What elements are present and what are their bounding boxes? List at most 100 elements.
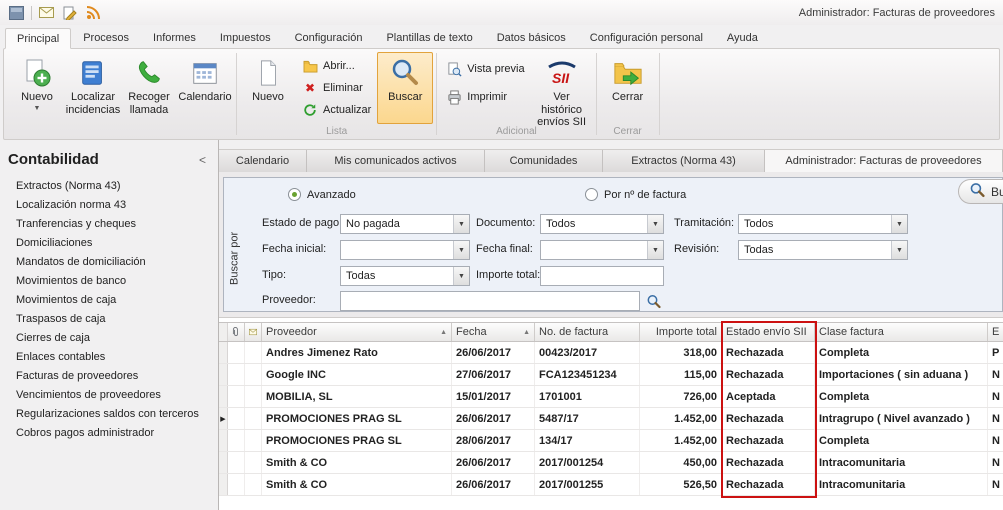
column-header-clase-factura[interactable]: Clase factura — [815, 323, 988, 341]
document-tab[interactable]: Administrador: Facturas de proveedores — [765, 150, 1003, 172]
notes-icon[interactable] — [61, 4, 78, 21]
locate-incidents-label: Localizar incidencias — [66, 91, 120, 116]
column-header-estado-sii[interactable]: Estado envío SII — [722, 323, 815, 341]
ribbon-tab[interactable]: Impuestos — [208, 27, 283, 48]
chevron-down-icon[interactable]: ▼ — [647, 215, 663, 233]
chevron-down-icon[interactable]: ▼ — [891, 241, 907, 259]
calendar-button[interactable]: Calendario — [177, 52, 233, 124]
ribbon-tab[interactable]: Informes — [141, 27, 208, 48]
cell-clase-factura: Completa — [815, 386, 988, 407]
estado-de-pago-select[interactable]: No pagada ▼ — [340, 214, 470, 234]
tramitacion-select[interactable]: Todos ▼ — [738, 214, 908, 234]
print-preview-icon — [446, 61, 462, 77]
table-row[interactable]: Andres Jimenez Rato 26/06/2017 00423/201… — [219, 342, 1003, 364]
sidebar-item[interactable]: Traspasos de caja — [0, 310, 218, 329]
delete-button[interactable]: ✖ Eliminar — [298, 79, 375, 97]
mail-icon[interactable] — [38, 4, 55, 21]
rss-icon[interactable] — [84, 4, 101, 21]
chevron-down-icon[interactable]: ▼ — [34, 105, 41, 112]
sidebar-item[interactable]: Enlaces contables — [0, 348, 218, 367]
collapse-sidebar-button[interactable]: < — [199, 153, 206, 167]
content-area: Calendario Mis comunicados activos Comun… — [219, 140, 1003, 510]
ribbon-tab[interactable]: Ayuda — [715, 27, 770, 48]
document-tab[interactable]: Comunidades — [485, 150, 603, 172]
column-header-importe-total[interactable]: Importe total — [640, 323, 722, 341]
table-row[interactable]: Google INC 27/06/2017 FCA123451234 115,0… — [219, 364, 1003, 386]
ribbon-tab-label: Procesos — [83, 32, 129, 44]
search-submit-button[interactable]: Buscar — [958, 179, 1003, 204]
chevron-down-icon[interactable]: ▼ — [453, 267, 469, 285]
tipo-select[interactable]: Todas ▼ — [340, 266, 470, 286]
list-new-button[interactable]: Nuevo — [240, 52, 296, 124]
ribbon-tab[interactable]: Principal — [5, 28, 71, 49]
documento-select[interactable]: Todos ▼ — [540, 214, 664, 234]
sidebar-item[interactable]: Facturas de proveedores — [0, 367, 218, 386]
ribbon-tab-label: Ayuda — [727, 32, 758, 44]
sidebar-item[interactable]: Mandatos de domiciliación — [0, 253, 218, 272]
sidebar-item[interactable]: Movimientos de caja — [0, 291, 218, 310]
cell-no-factura: FCA123451234 — [535, 364, 640, 385]
pickup-call-button[interactable]: Recoger llamada — [121, 52, 177, 124]
locate-incidents-button[interactable]: Localizar incidencias — [65, 52, 121, 124]
column-header-fecha[interactable]: Fecha ▲ — [452, 323, 535, 341]
sidebar-item[interactable]: Cobros pagos administrador — [0, 424, 218, 443]
sidebar-item[interactable]: Cierres de caja — [0, 329, 218, 348]
cell-proveedor: Smith & CO — [262, 452, 452, 473]
proveedor-lookup-icon[interactable] — [644, 291, 662, 311]
sii-history-button[interactable]: SII Ver histórico envíos SII — [531, 52, 593, 130]
ribbon-tab[interactable]: Configuración — [283, 27, 375, 48]
ribbon-tab[interactable]: Plantillas de texto — [374, 27, 484, 48]
open-button[interactable]: Abrir... — [298, 57, 375, 75]
document-tab[interactable]: Mis comunicados activos — [307, 150, 485, 172]
table-row[interactable]: Smith & CO 26/06/2017 2017/001255 526,50… — [219, 474, 1003, 496]
fecha-inicial-select[interactable]: ▼ — [340, 240, 470, 260]
revision-select[interactable]: Todas ▼ — [738, 240, 908, 260]
table-row[interactable]: PROMOCIONES PRAG SL 28/06/2017 134/17 1.… — [219, 430, 1003, 452]
document-tab-label: Administrador: Facturas de proveedores — [785, 155, 981, 167]
column-header-proveedor[interactable]: Proveedor ▲ — [262, 323, 452, 341]
chevron-down-icon[interactable]: ▼ — [891, 215, 907, 233]
sidebar-item[interactable]: Regularizaciones saldos con terceros — [0, 405, 218, 424]
cell-e: P — [988, 342, 1003, 363]
print-button[interactable]: Imprimir — [442, 88, 528, 106]
sidebar-item[interactable]: Domiciliaciones — [0, 234, 218, 253]
sidebar-item[interactable]: Localización norma 43 — [0, 196, 218, 215]
table-row[interactable]: PROMOCIONES PRAG SL 26/06/2017 5487/17 1… — [219, 408, 1003, 430]
close-button[interactable]: Cerrar — [600, 52, 656, 124]
sidebar-item[interactable]: Vencimientos de proveedores — [0, 386, 218, 405]
document-tab[interactable]: Extractos (Norma 43) — [603, 150, 765, 172]
search-ribbon-button[interactable]: Buscar — [377, 52, 433, 124]
chevron-down-icon[interactable]: ▼ — [453, 215, 469, 233]
mail-column-header[interactable] — [245, 323, 262, 341]
chevron-down-icon[interactable]: ▼ — [453, 241, 469, 259]
cell-e: N — [988, 408, 1003, 429]
search-by-label: Buscar por — [226, 213, 243, 303]
sidebar-items: Extractos (Norma 43) Localización norma … — [0, 177, 218, 443]
sidebar-item[interactable]: Extractos (Norma 43) — [0, 177, 218, 196]
sidebar-item[interactable]: Tranferencias y cheques — [0, 215, 218, 234]
ribbon-tab[interactable]: Datos básicos — [485, 27, 578, 48]
attachment-column-header[interactable] — [228, 323, 245, 341]
proveedor-input[interactable] — [340, 291, 640, 311]
radio-avanzado[interactable]: Avanzado — [288, 188, 356, 201]
ribbon-tab[interactable]: Procesos — [71, 27, 141, 48]
chevron-down-icon[interactable]: ▼ — [647, 241, 663, 259]
printer-icon — [446, 89, 462, 105]
column-header-no-factura[interactable]: No. de factura — [535, 323, 640, 341]
print-preview-button[interactable]: Vista previa — [442, 60, 528, 78]
ribbon-tab[interactable]: Configuración personal — [578, 27, 715, 48]
radio-por-numero[interactable]: Por nº de factura — [585, 188, 686, 201]
importe-total-input[interactable] — [540, 266, 664, 286]
sort-asc-icon: ▲ — [523, 329, 530, 336]
refresh-button[interactable]: Actualizar — [298, 101, 375, 119]
cell-fecha: 26/06/2017 — [452, 342, 535, 363]
new-button[interactable]: Nuevo ▼ — [9, 52, 65, 124]
table-row[interactable]: Smith & CO 26/06/2017 2017/001254 450,00… — [219, 452, 1003, 474]
fecha-final-select[interactable]: ▼ — [540, 240, 664, 260]
cell-e: N — [988, 474, 1003, 495]
window-icon[interactable] — [8, 4, 25, 21]
column-header-e[interactable]: E — [988, 323, 1003, 341]
table-row[interactable]: MOBILIA, SL 15/01/2017 1701001 726,00 Ac… — [219, 386, 1003, 408]
sidebar-item[interactable]: Movimientos de banco — [0, 272, 218, 291]
document-tab[interactable]: Calendario — [219, 150, 307, 172]
